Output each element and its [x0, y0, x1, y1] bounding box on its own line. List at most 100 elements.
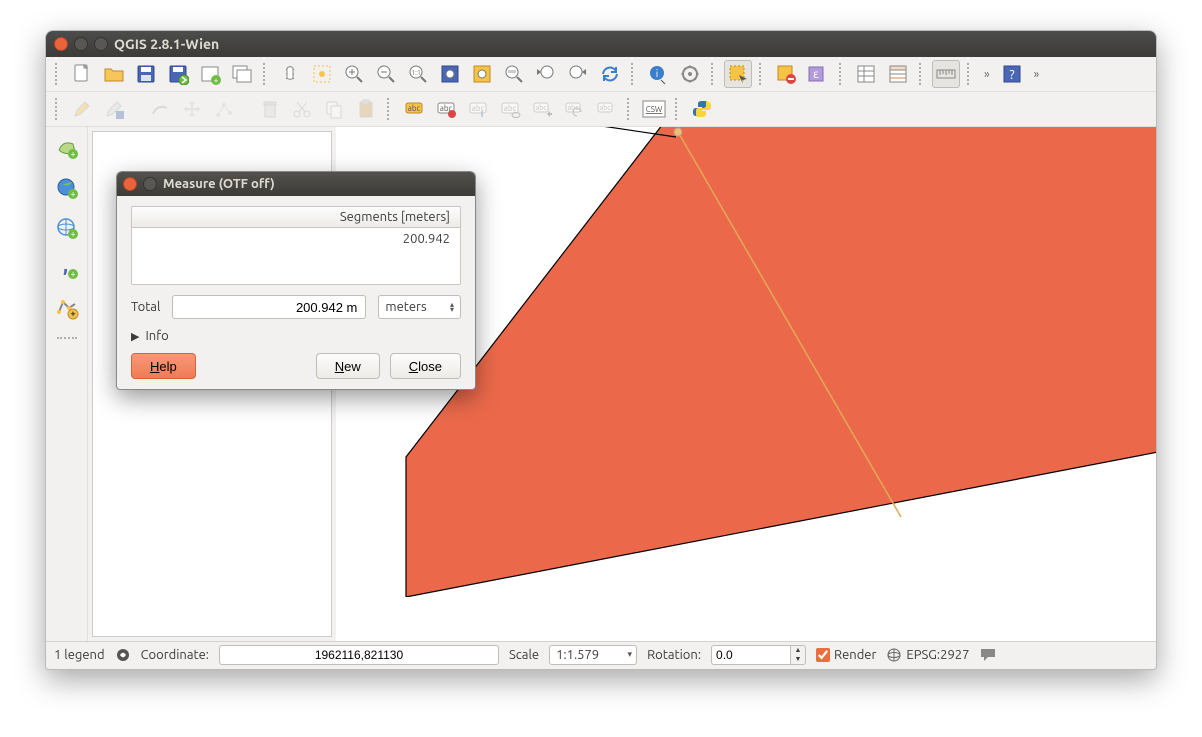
- expression-select-icon[interactable]: ε: [804, 60, 832, 88]
- help-button[interactable]: Help: [131, 353, 196, 379]
- spin-down-icon[interactable]: ▼: [791, 655, 805, 664]
- toolbar-grip[interactable]: [55, 98, 61, 120]
- toolbar-overflow-icon[interactable]: »: [1030, 68, 1044, 81]
- toolbar-grip[interactable]: [967, 63, 973, 85]
- save-project-icon[interactable]: [132, 60, 160, 88]
- dialog-min-button[interactable]: [143, 177, 157, 191]
- scale-label: Scale: [509, 648, 539, 662]
- messages-icon[interactable]: [979, 647, 997, 663]
- rotation-input[interactable]: [711, 645, 791, 665]
- python-console-icon[interactable]: [688, 95, 716, 123]
- dialog-titlebar[interactable]: Measure (OTF off): [117, 172, 475, 196]
- window-maximize-button[interactable]: [94, 37, 108, 51]
- pan-icon[interactable]: [276, 60, 304, 88]
- toolbar-overflow-icon[interactable]: »: [980, 68, 994, 81]
- add-raster-layer-icon[interactable]: +: [52, 173, 82, 203]
- new-project-icon[interactable]: [68, 60, 96, 88]
- units-selector[interactable]: meters ▴▾: [378, 295, 461, 319]
- close-button[interactable]: Close: [390, 353, 461, 379]
- node-tool-icon[interactable]: [210, 95, 238, 123]
- total-value-field: [172, 295, 366, 319]
- add-wms-layer-icon[interactable]: +: [52, 213, 82, 243]
- toolbar-grip[interactable]: [919, 63, 925, 85]
- new-composer-icon[interactable]: +: [196, 60, 224, 88]
- toolbar-grip[interactable]: [627, 98, 633, 120]
- open-project-icon[interactable]: [100, 60, 128, 88]
- toggle-editing-icon[interactable]: [68, 95, 96, 123]
- new-button[interactable]: New: [316, 353, 380, 379]
- new-shapefile-icon[interactable]: ✦: [52, 293, 82, 323]
- window-close-button[interactable]: [54, 37, 68, 51]
- svg-text:?: ?: [1009, 68, 1014, 82]
- select-features-icon[interactable]: [724, 60, 752, 88]
- zoom-next-icon[interactable]: [564, 60, 592, 88]
- total-label: Total: [131, 300, 160, 314]
- zoom-to-layer-icon[interactable]: [500, 60, 528, 88]
- scale-selector[interactable]: 1:1.579: [549, 645, 637, 665]
- label-change-icon[interactable]: abc: [592, 95, 620, 123]
- identify-icon[interactable]: i: [644, 60, 672, 88]
- attribute-table-icon[interactable]: [852, 60, 880, 88]
- toolbar-grip[interactable]: [675, 98, 681, 120]
- save-edits-icon[interactable]: [100, 95, 128, 123]
- toolbar-grip[interactable]: [759, 63, 765, 85]
- window-minimize-button[interactable]: [74, 37, 88, 51]
- crs-button[interactable]: EPSG:2927: [886, 647, 969, 663]
- zoom-in-icon[interactable]: [340, 60, 368, 88]
- toolbar-grip[interactable]: [631, 63, 637, 85]
- paste-features-icon[interactable]: [352, 95, 380, 123]
- zoom-out-icon[interactable]: [372, 60, 400, 88]
- add-feature-icon[interactable]: [146, 95, 174, 123]
- add-vector-layer-icon[interactable]: +: [52, 133, 82, 163]
- segment-row[interactable]: 200.942: [132, 228, 460, 284]
- disclosure-right-icon: ▶: [131, 330, 139, 343]
- render-toggle[interactable]: Render: [816, 648, 876, 662]
- svg-text:abc: abc: [536, 104, 548, 112]
- toolbar-grip[interactable]: [55, 63, 61, 85]
- cut-features-icon[interactable]: [288, 95, 316, 123]
- spin-up-icon[interactable]: ▲: [791, 646, 805, 655]
- csw-icon[interactable]: CSW: [640, 95, 668, 123]
- svg-text:abc: abc: [504, 104, 517, 113]
- delete-selected-icon[interactable]: [256, 95, 284, 123]
- deselect-icon[interactable]: [772, 60, 800, 88]
- add-delimited-text-icon[interactable]: ,+: [52, 253, 82, 283]
- zoom-to-selection-icon[interactable]: [468, 60, 496, 88]
- zoom-full-icon[interactable]: [436, 60, 464, 88]
- svg-text:abc: abc: [600, 104, 612, 112]
- dialog-close-button[interactable]: [123, 177, 137, 191]
- coordinate-input[interactable]: [219, 645, 499, 665]
- help-icon[interactable]: ?: [998, 60, 1026, 88]
- toggle-extents-icon[interactable]: [115, 647, 131, 663]
- composer-manager-icon[interactable]: [228, 60, 256, 88]
- svg-text:+: +: [70, 269, 75, 279]
- label-highlight-icon[interactable]: abc: [432, 95, 460, 123]
- label-pin-icon[interactable]: abc: [464, 95, 492, 123]
- info-disclosure[interactable]: ▶ Info: [131, 329, 461, 343]
- label-move-icon[interactable]: abc: [528, 95, 556, 123]
- move-feature-icon[interactable]: [178, 95, 206, 123]
- svg-text:+: +: [70, 189, 75, 199]
- svg-text:+: +: [70, 229, 75, 239]
- refresh-icon[interactable]: [596, 60, 624, 88]
- svg-text:1:1: 1:1: [411, 69, 421, 77]
- render-checkbox[interactable]: [816, 648, 830, 662]
- toolbar-grip[interactable]: [263, 63, 269, 85]
- toolbar-grip[interactable]: [711, 63, 717, 85]
- label-tool-icon[interactable]: abc: [400, 95, 428, 123]
- measure-dialog: Measure (OTF off) Segments [meters] 200.…: [116, 171, 476, 390]
- copy-features-icon[interactable]: [320, 95, 348, 123]
- label-rotate-icon[interactable]: abc: [560, 95, 588, 123]
- statusbar: 1 legend Coordinate: Scale 1:1.579 Rotat…: [46, 641, 1156, 667]
- zoom-last-icon[interactable]: [532, 60, 560, 88]
- rotation-spinner[interactable]: ▲▼: [711, 645, 806, 665]
- pan-to-selection-icon[interactable]: [308, 60, 336, 88]
- measure-line-icon[interactable]: [932, 60, 960, 88]
- toolbar-grip[interactable]: [387, 98, 393, 120]
- toolbar-grip[interactable]: [839, 63, 845, 85]
- field-calculator-icon[interactable]: [884, 60, 912, 88]
- action-icon[interactable]: [676, 60, 704, 88]
- label-show-icon[interactable]: abc: [496, 95, 524, 123]
- zoom-native-icon[interactable]: 1:1: [404, 60, 432, 88]
- save-as-icon[interactable]: [164, 60, 192, 88]
